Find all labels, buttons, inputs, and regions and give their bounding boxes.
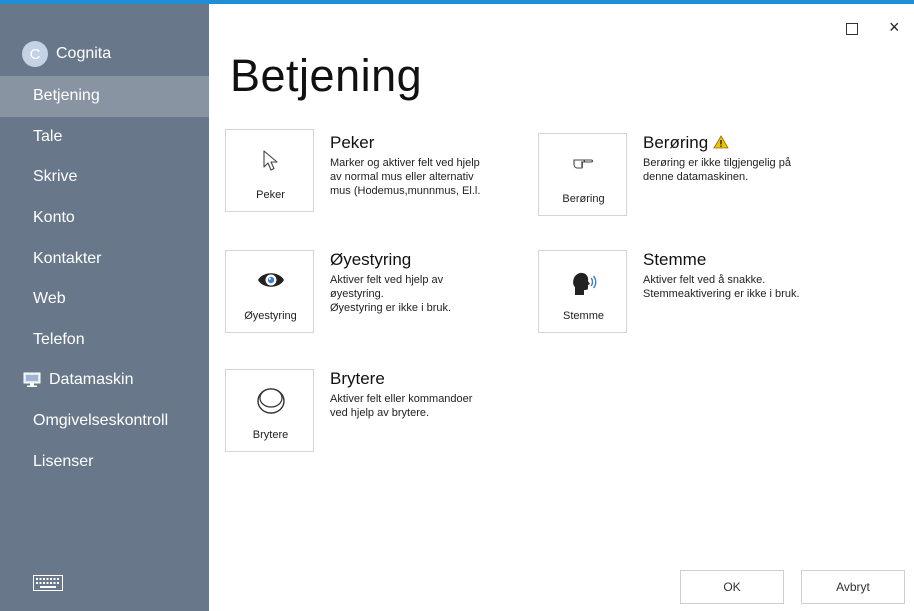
tile-label: Berøring	[562, 193, 605, 205]
feature-description: Aktiver felt ved hjelp av øyestyring. Øyes…	[330, 274, 452, 314]
sidebar-item-label: Telefon	[33, 330, 85, 348]
voice-icon	[572, 272, 596, 295]
warning-icon	[713, 135, 729, 149]
feature-description: Marker og aktiver felt ved hjelp av norma…	[330, 157, 481, 197]
sidebar-item-label: Omgivelseskontroll	[33, 412, 169, 430]
user-name: Cognita	[56, 45, 112, 62]
feature-beroring: Berøring Berøring er ikke tilgjengelig p…	[643, 133, 828, 184]
tile-beroring[interactable]: Berøring	[538, 133, 627, 216]
tile-stemme[interactable]: Stemme	[538, 250, 627, 333]
sidebar-item-omgivelseskontroll[interactable]: Omgivelseskontroll	[0, 401, 209, 442]
feature-description: Berøring er ikke tilgjengelig på denne da…	[643, 157, 791, 183]
feature-brytere: Brytere Aktiver felt eller kommandoer ved…	[330, 369, 515, 420]
feature-stemme: Stemme Aktiver felt ved å snakke. Stemmea…	[643, 250, 828, 301]
sidebar-item-kontakter[interactable]: Kontakter	[0, 238, 209, 279]
tile-label: Stemme	[563, 310, 604, 322]
sidebar-item-label: Datamaskin	[49, 371, 134, 389]
feature-description: Aktiver felt ved å snakke. Stemmeaktiveri…	[643, 274, 800, 300]
sidebar-item-label: Tale	[33, 127, 63, 145]
sidebar-item-label: Lisenser	[33, 452, 94, 470]
tile-brytere[interactable]: Brytere	[225, 369, 314, 452]
feature-title: Berøring	[643, 133, 828, 153]
sidebar-item-datamaskin[interactable]: Datamaskin	[0, 360, 209, 401]
feature-title: Brytere	[330, 369, 385, 388]
sidebar-item-web[interactable]: Web	[0, 279, 209, 320]
tile-label: Øyestyring	[244, 310, 297, 322]
close-icon[interactable]: ×	[889, 17, 900, 38]
monitor-icon	[23, 372, 41, 388]
feature-description: Aktiver felt eller kommandoer ved hjelp a…	[330, 393, 473, 419]
sidebar-item-label: Web	[33, 290, 66, 308]
switch-button-icon	[256, 388, 285, 414]
tile-oyestyring[interactable]: Øyestyring	[225, 250, 314, 333]
feature-title: Peker	[330, 133, 375, 152]
maximize-icon[interactable]	[846, 23, 858, 35]
sidebar-item-skrive[interactable]: Skrive	[0, 157, 209, 198]
sidebar: C Cognita Betjening Tale Skrive Konto Ko…	[0, 4, 209, 611]
tile-peker[interactable]: Peker	[225, 129, 314, 212]
sidebar-item-telefon[interactable]: Telefon	[0, 320, 209, 361]
feature-oyestyring: Øyestyring Aktiver felt ved hjelp av øyes…	[330, 250, 515, 315]
pointer-icon	[262, 150, 278, 171]
page-title: Betjening	[230, 50, 423, 101]
tile-label: Brytere	[252, 429, 289, 441]
feature-title: Stemme	[643, 250, 707, 269]
tile-label: Peker	[256, 189, 285, 201]
sidebar-nav: Betjening Tale Skrive Konto Kontakter We…	[0, 76, 209, 482]
sidebar-item-label: Kontakter	[33, 249, 102, 267]
sidebar-item-betjening[interactable]: Betjening	[0, 76, 209, 117]
sidebar-item-konto[interactable]: Konto	[0, 198, 209, 239]
touch-hand-icon	[572, 159, 593, 169]
feature-peker: Peker Marker og aktiver felt ved hjelp av…	[330, 133, 515, 198]
user-account[interactable]: C Cognita	[22, 40, 111, 68]
sidebar-item-lisenser[interactable]: Lisenser	[0, 441, 209, 482]
avatar: C	[22, 41, 48, 67]
sidebar-item-label: Skrive	[33, 168, 78, 186]
feature-title: Øyestyring	[330, 250, 412, 269]
eye-icon	[257, 273, 284, 287]
sidebar-item-tale[interactable]: Tale	[0, 117, 209, 158]
cancel-button[interactable]: Avbryt	[801, 570, 905, 604]
keyboard-icon[interactable]	[33, 575, 63, 591]
ok-button[interactable]: OK	[680, 570, 784, 604]
sidebar-item-label: Konto	[33, 209, 75, 227]
sidebar-item-label: Betjening	[33, 87, 100, 105]
